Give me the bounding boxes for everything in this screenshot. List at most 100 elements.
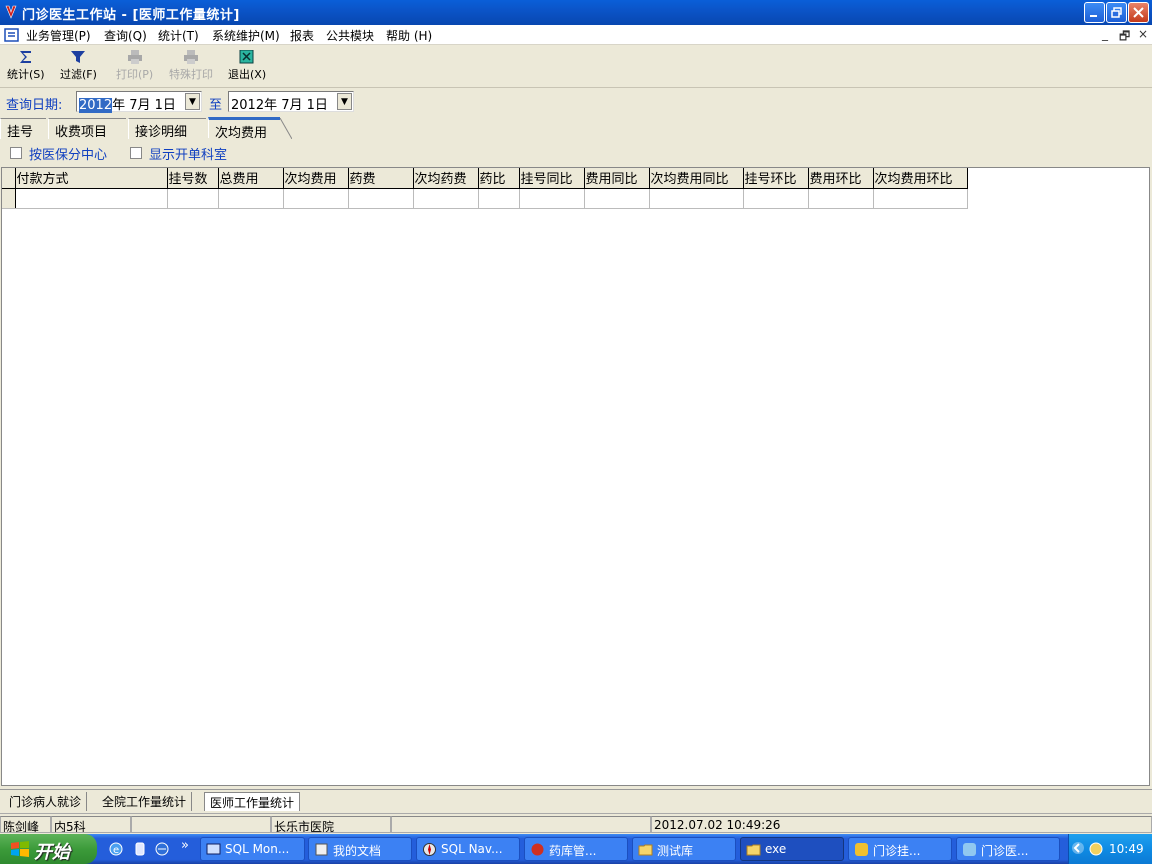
- close-icon: [1133, 7, 1144, 18]
- row-indicator[interactable]: [2, 188, 16, 209]
- task-label: SQL Mon...: [225, 842, 290, 856]
- col-header[interactable]: 药费: [348, 168, 414, 189]
- show-dept-checkbox[interactable]: [130, 147, 142, 159]
- col-header[interactable]: 付款方式: [15, 168, 168, 189]
- system-tray: 10:49: [1068, 834, 1152, 864]
- filter-button[interactable]: 过滤(F): [60, 50, 97, 82]
- mdi-restore-button[interactable]: 🗗: [1119, 27, 1130, 48]
- filter-label: 过滤(F): [60, 68, 97, 81]
- ie-icon[interactable]: e: [108, 841, 124, 857]
- windows-logo-icon: [11, 841, 29, 857]
- task-outpatient-reg[interactable]: 门诊挂...: [848, 837, 952, 861]
- tray-app-icon[interactable]: [1088, 841, 1104, 857]
- col-header[interactable]: 次均费用同比: [649, 168, 744, 189]
- menu-maintenance[interactable]: 系统维护(M): [212, 27, 280, 44]
- status-empty: [131, 816, 271, 833]
- task-my-documents[interactable]: 我的文档: [308, 837, 412, 861]
- minimize-icon: [1090, 15, 1097, 17]
- task-label: 门诊挂...: [873, 844, 921, 858]
- svg-text:e: e: [113, 845, 119, 856]
- media-player-icon[interactable]: [132, 841, 148, 857]
- chevron-down-icon[interactable]: ▼: [185, 93, 200, 110]
- mdi-tab-patient-visit[interactable]: 门诊病人就诊: [4, 792, 88, 811]
- app-icon: [855, 843, 868, 856]
- col-header[interactable]: 挂号数: [167, 168, 219, 189]
- query-date-row: 查询日期: 2012年 7月 1日 ▼ 至 2012年 7月 1日 ▼: [0, 89, 1152, 116]
- task-label: 我的文档: [333, 844, 382, 858]
- show-dept-label[interactable]: 显示开单科室: [149, 144, 227, 163]
- col-header[interactable]: 次均费用: [283, 168, 349, 189]
- tab-average-cost[interactable]: 次均费用: [208, 117, 280, 141]
- start-date-picker[interactable]: 2012年 7月 1日 ▼: [76, 91, 202, 113]
- grid-cell[interactable]: [413, 188, 479, 209]
- browser-icon[interactable]: [154, 841, 170, 857]
- app-icon: [5, 5, 17, 19]
- tab-charge-items[interactable]: 收费项目: [48, 118, 126, 140]
- special-print-button[interactable]: 特殊打印: [169, 50, 213, 82]
- col-header[interactable]: 次均费用环比: [873, 168, 968, 189]
- compass-icon: [423, 843, 436, 856]
- grid-cell[interactable]: [283, 188, 349, 209]
- end-date-picker[interactable]: 2012年 7月 1日 ▼: [228, 91, 354, 113]
- task-test-db[interactable]: 测试库: [632, 837, 736, 861]
- task-pharmacy[interactable]: 药库管...: [524, 837, 628, 861]
- start-label: 开始: [34, 842, 70, 863]
- mdi-close-button[interactable]: ×: [1138, 27, 1148, 41]
- mdi-tab-hospital-workload[interactable]: 全院工作量统计: [97, 792, 193, 811]
- col-header[interactable]: 挂号同比: [519, 168, 585, 189]
- print-button[interactable]: 打印(P): [116, 50, 153, 82]
- col-header[interactable]: 总费用: [218, 168, 284, 189]
- task-exe[interactable]: exe: [740, 837, 844, 861]
- grid-cell[interactable]: [478, 188, 520, 209]
- close-button[interactable]: [1128, 2, 1149, 23]
- menu-public[interactable]: 公共模块: [326, 27, 374, 44]
- task-sql-monitor[interactable]: SQL Mon...: [200, 837, 305, 861]
- printer-icon: [184, 50, 198, 64]
- menu-help[interactable]: 帮助 (H): [386, 27, 432, 44]
- col-header[interactable]: 挂号环比: [743, 168, 809, 189]
- grid-cell[interactable]: [743, 188, 809, 209]
- grid-cell[interactable]: [808, 188, 874, 209]
- start-button[interactable]: 开始: [0, 834, 97, 864]
- data-grid[interactable]: 付款方式 挂号数 总费用 次均费用 药费 次均药费 药比 挂号同比 费用同比 次…: [2, 168, 968, 209]
- col-header[interactable]: 费用同比: [584, 168, 650, 189]
- grid-cell[interactable]: [15, 188, 168, 209]
- grid-cell[interactable]: [649, 188, 744, 209]
- grid-cell[interactable]: [519, 188, 585, 209]
- window-title: 门诊医生工作站 - [医师工作量统计]: [22, 8, 240, 23]
- tab-registration[interactable]: 挂号: [0, 118, 46, 140]
- grid-cell[interactable]: [167, 188, 219, 209]
- menu-query[interactable]: 查询(Q): [104, 27, 147, 44]
- menu-reports[interactable]: 报表: [290, 27, 314, 44]
- table-row[interactable]: [2, 188, 968, 209]
- grid-corner: [2, 168, 16, 189]
- printer-icon: [127, 50, 142, 64]
- tab-visit-details[interactable]: 接诊明细: [128, 118, 206, 140]
- exit-icon: [239, 50, 254, 64]
- chevron-left-icon[interactable]: [1071, 841, 1085, 855]
- grid-cell[interactable]: [873, 188, 968, 209]
- grid-cell[interactable]: [348, 188, 414, 209]
- by-center-label[interactable]: 按医保分中心: [29, 144, 107, 163]
- grid-cell[interactable]: [218, 188, 284, 209]
- minimize-button[interactable]: [1084, 2, 1105, 23]
- menu-stats[interactable]: 统计(T): [158, 27, 199, 44]
- grid-cell[interactable]: [584, 188, 650, 209]
- by-center-checkbox[interactable]: [10, 147, 22, 159]
- col-header[interactable]: 药比: [478, 168, 520, 189]
- start-date-rest: 年 7月 1日: [112, 98, 176, 113]
- exit-button[interactable]: 退出(X): [228, 50, 266, 82]
- task-label: 测试库: [657, 844, 694, 858]
- task-outpatient-doctor[interactable]: 门诊医...: [956, 837, 1060, 861]
- mdi-minimize-button[interactable]: _: [1102, 27, 1108, 41]
- col-header[interactable]: 次均药费: [413, 168, 479, 189]
- col-header[interactable]: 费用环比: [808, 168, 874, 189]
- task-sql-navigator[interactable]: SQL Nav...: [416, 837, 520, 861]
- mdi-tab-doctor-workload[interactable]: 医师工作量统计: [204, 792, 301, 811]
- chevron-down-icon[interactable]: ▼: [337, 93, 352, 110]
- restore-button[interactable]: [1106, 2, 1127, 23]
- quicklaunch-overflow[interactable]: »: [181, 838, 189, 853]
- menu-business[interactable]: 业务管理(P): [26, 27, 91, 44]
- data-grid-area[interactable]: 付款方式 挂号数 总费用 次均费用 药费 次均药费 药比 挂号同比 费用同比 次…: [1, 167, 1150, 786]
- stats-button[interactable]: 统计(S): [7, 50, 45, 82]
